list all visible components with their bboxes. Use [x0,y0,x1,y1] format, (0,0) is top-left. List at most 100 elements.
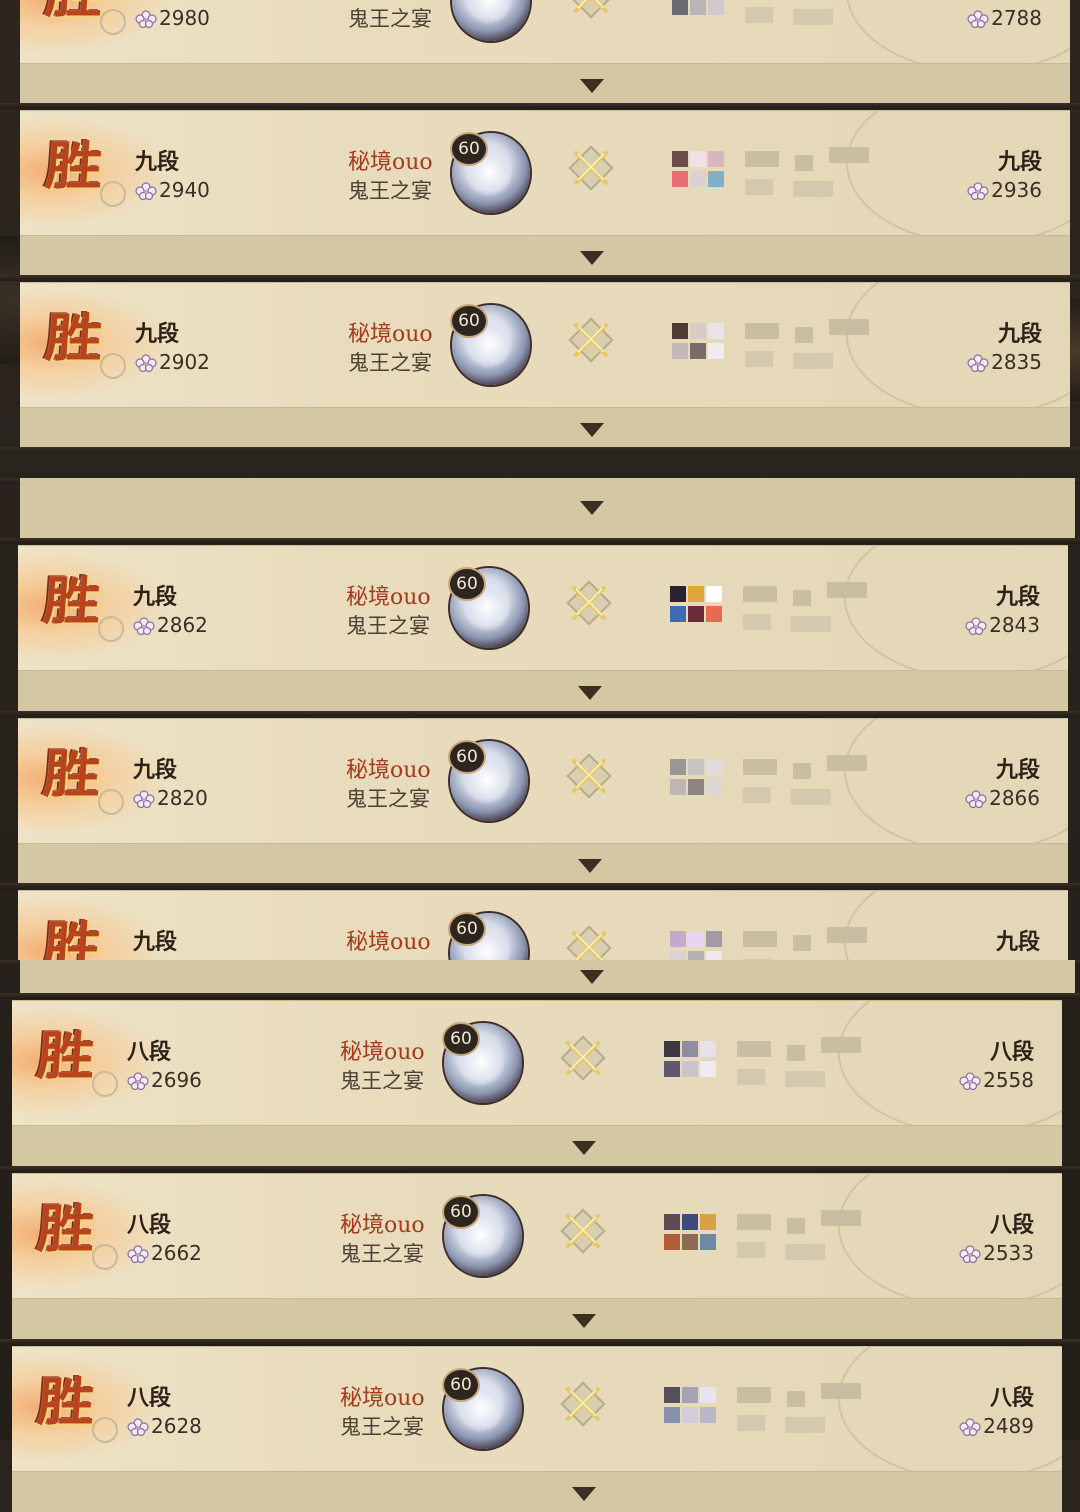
battle-record-card[interactable]: 胜 九段 2902 秘境ouo 鬼王之宴 60 九段 2835 [20,282,1070,448]
sakura-flower-icon [135,9,157,29]
expand-details-bar[interactable] [20,960,1075,993]
win-label: 胜 [41,571,103,632]
sakura-flower-icon [127,1417,149,1437]
card-divider [0,538,1080,544]
crossed-swords-icon[interactable] [562,576,616,630]
win-label: 胜 [41,744,103,805]
player-score-value: 2820 [157,786,208,810]
player-avatar[interactable] [452,0,530,41]
opponent-score: 2489 [959,1414,1034,1438]
player-name: 秘境ouo [346,585,431,610]
player-level-badge: 60 [450,914,484,944]
opponent-avatar[interactable] [650,309,730,387]
battle-record-card[interactable]: 胜 八段 2628 秘境ouo 鬼王之宴 60 八段 2489 [12,1346,1062,1512]
opponent-name-redacted [737,1031,927,1101]
chevron-down-icon[interactable] [572,1141,596,1155]
win-label: 胜 [35,1199,97,1260]
opponent-name-redacted [745,141,935,211]
opponent-avatar[interactable] [648,572,728,650]
opponent-score-value: 2788 [991,6,1042,30]
cloud-swirl-icon [100,181,126,207]
opponent-rank: 九段 [997,149,1042,175]
expand-details-bar[interactable] [20,63,1070,104]
battle-record-card[interactable]: 胜 九段 2820 秘境ouo 鬼王之宴 60 九段 2866 [18,718,1068,884]
sakura-flower-icon [133,789,155,809]
crossed-swords-icon[interactable] [556,1377,610,1431]
battle-record-card[interactable]: 胜 九段 2940 秘境ouo 鬼王之宴 60 九段 2936 [20,110,1070,276]
opponent-name-redacted [743,576,933,646]
card-divider [0,711,1080,717]
opponent-score: 2843 [965,613,1040,637]
opponent-rank: 八段 [989,1385,1034,1411]
opponent-score: 2936 [967,178,1042,202]
player-score: 2980 [135,6,210,30]
opponent-avatar[interactable] [642,1027,722,1105]
sakura-flower-icon [967,181,989,201]
opponent-avatar[interactable] [648,745,728,823]
opponent-avatar[interactable] [650,137,730,215]
player-name: 秘境ouo [348,150,433,175]
chevron-down-icon[interactable] [572,1314,596,1328]
player-guild: 鬼王之宴 [348,351,432,375]
opponent-score-value: 2936 [991,178,1042,202]
chevron-down-icon[interactable] [580,501,604,515]
card-divider [0,103,1080,109]
battle-record-card[interactable]: 胜 2980 鬼王之宴 2788 [20,0,1070,104]
expand-details-bar[interactable] [12,1125,1062,1166]
chevron-down-icon[interactable] [580,79,604,93]
opponent-avatar[interactable] [642,1373,722,1451]
opponent-avatar[interactable] [648,917,728,961]
crossed-swords-icon[interactable] [556,1031,610,1085]
cloud-swirl-icon [98,789,124,815]
win-label: 胜 [41,916,103,961]
crossed-swords-icon[interactable] [562,921,616,961]
battle-record-card[interactable]: 胜 九段 2862 秘境ouo 鬼王之宴 60 九段 2843 [18,545,1068,711]
chevron-down-icon[interactable] [572,1487,596,1501]
expand-details-bar[interactable] [20,478,1075,538]
crossed-swords-icon[interactable] [564,313,618,367]
opponent-avatar[interactable] [650,0,730,43]
expand-details-bar[interactable] [12,1298,1062,1339]
player-name: 秘境ouo [340,1386,425,1411]
win-label: 胜 [43,308,105,369]
player-level-badge: 60 [444,1024,478,1054]
expand-details-bar[interactable] [18,843,1068,884]
player-score: 2862 [133,613,208,637]
player-level-badge: 60 [444,1370,478,1400]
expand-details-bar[interactable] [18,670,1068,711]
crossed-swords-icon[interactable] [562,749,616,803]
cloud-swirl-icon [98,616,124,642]
chevron-down-icon[interactable] [578,859,602,873]
player-name: 秘境ouo [348,322,433,347]
opponent-name-redacted [737,1377,927,1447]
expand-details-bar[interactable] [12,1471,1062,1512]
expand-details-bar[interactable] [20,407,1070,448]
expand-details-bar[interactable] [20,235,1070,276]
player-guild: 鬼王之宴 [346,614,430,638]
crossed-swords-icon[interactable] [564,141,618,195]
opponent-rank: 九段 [995,584,1040,610]
opponent-avatar[interactable] [642,1200,722,1278]
sakura-flower-icon [127,1244,149,1264]
battle-record-card[interactable]: 胜 八段 2662 秘境ouo 鬼王之宴 60 八段 2533 [12,1173,1062,1339]
crossed-swords-icon[interactable] [564,0,618,23]
player-rank: 八段 [127,1212,172,1238]
chevron-down-icon[interactable] [580,423,604,437]
battle-record-card[interactable]: 胜 八段 2696 秘境ouo 鬼王之宴 60 八段 2558 [12,1000,1062,1166]
crossed-swords-icon[interactable] [556,1204,610,1258]
opponent-score: 2533 [959,1241,1034,1265]
chevron-down-icon[interactable] [578,686,602,700]
opponent-name-redacted [745,313,935,383]
chevron-down-icon[interactable] [580,251,604,265]
chevron-down-icon[interactable] [580,969,604,984]
battle-record-card[interactable]: 胜 九段 秘境ouo 60 九段 [18,890,1068,961]
cloud-swirl-icon [92,1417,118,1443]
sakura-flower-icon [959,1244,981,1264]
player-level-badge: 60 [452,134,486,164]
player-name: 秘境ouo [340,1213,425,1238]
cloud-swirl-icon [100,9,126,35]
sakura-flower-icon [127,1071,149,1091]
opponent-score-value: 2558 [983,1068,1034,1092]
opponent-score-value: 2843 [989,613,1040,637]
opponent-score-value: 2533 [983,1241,1034,1265]
